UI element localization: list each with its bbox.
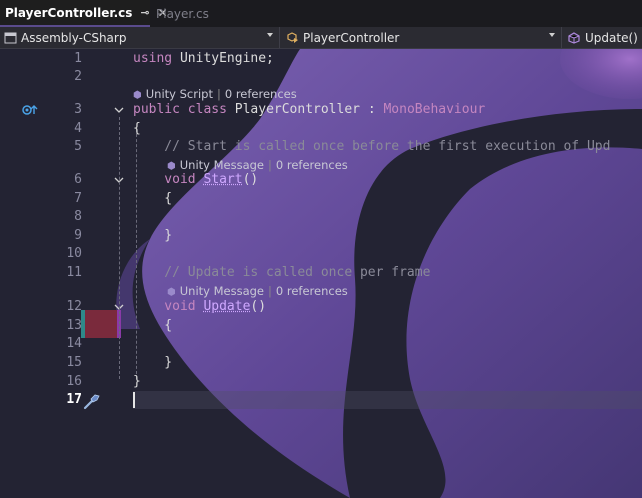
unity-icon: ⬢ — [133, 90, 142, 101]
line-number: 7 — [74, 191, 82, 206]
method-icon — [568, 31, 580, 44]
line-number: 10 — [66, 246, 82, 261]
keyword: public — [133, 102, 180, 117]
code-line: void Start() — [133, 171, 258, 189]
chevron-down-icon — [549, 33, 555, 37]
line-number: 15 — [66, 355, 82, 370]
navigation-bar: Assembly-CSharp PlayerController Update(… — [0, 27, 642, 49]
code-line: } — [133, 355, 173, 370]
line-number: 12 — [66, 299, 82, 314]
tab-player-controller[interactable]: PlayerController.cs ⊸ ✕ — [0, 0, 168, 27]
collapse-icon[interactable] — [113, 104, 125, 116]
code-line: using UnityEngine; — [133, 50, 274, 68]
line-number: 17 — [66, 392, 82, 407]
line-number: 5 — [74, 139, 82, 154]
visual-studio-editor: PlayerController.cs ⊸ ✕ Player.cs Assemb… — [0, 0, 642, 498]
comment-line: // Update is called once per frame — [133, 265, 431, 280]
method-name[interactable]: Start — [203, 172, 242, 187]
line-number: 6 — [74, 172, 82, 187]
code-line: { — [133, 191, 173, 206]
class-icon — [287, 31, 298, 43]
line-number: 3 — [74, 102, 82, 117]
hint-text: Unity Message — [179, 284, 265, 298]
line-number: 16 — [66, 374, 82, 389]
tab-label: PlayerController.cs — [5, 5, 133, 20]
current-line-highlight — [133, 391, 642, 409]
line-number: 4 — [74, 121, 82, 136]
code-line: { — [133, 318, 173, 333]
code-editor[interactable]: 1 2 3 4 5 6 7 8 9 10 11 12 13 14 15 16 1… — [0, 49, 642, 498]
indent-guide — [136, 129, 137, 379]
chevron-down-icon — [267, 33, 273, 37]
tab-player[interactable]: Player.cs — [150, 0, 209, 27]
csharp-project-icon — [4, 32, 17, 43]
keyword: using — [133, 51, 173, 66]
comment-line: // Start is called once before the first… — [133, 139, 611, 154]
code-line: } — [133, 374, 141, 389]
code-line: public class PlayerController : MonoBeha… — [133, 101, 485, 119]
code-line: } — [133, 228, 173, 243]
code-text: () — [242, 172, 259, 187]
unity-implementation-icon[interactable] — [22, 104, 40, 116]
quick-actions-screwdriver-icon[interactable] — [82, 392, 102, 410]
line-number: 11 — [66, 265, 82, 280]
document-tab-strip: PlayerController.cs ⊸ ✕ Player.cs — [0, 0, 642, 27]
keyword: class — [187, 102, 227, 117]
keyword: void — [133, 172, 196, 187]
references-link[interactable]: 0 references — [276, 158, 348, 172]
member-name: Update() — [585, 30, 638, 45]
project-name: Assembly-CSharp — [21, 30, 127, 45]
code-line: { — [133, 121, 141, 136]
line-number: 9 — [74, 228, 82, 243]
unity-icon: ⬢ — [167, 287, 176, 298]
codelens-hint[interactable]: ⬢ Unity Message | 0 references — [167, 158, 348, 172]
keyword: void — [133, 299, 196, 314]
line-number: 14 — [66, 336, 82, 351]
member-dropdown[interactable]: Update() — [564, 27, 642, 48]
fold-guide — [119, 117, 120, 379]
pin-icon[interactable]: ⊸ — [140, 6, 149, 19]
tab-label: Player.cs — [156, 6, 209, 21]
hint-text: Unity Script — [145, 87, 213, 101]
code-text: UnityEngine; — [172, 51, 274, 66]
codelens-hint[interactable]: ⬢ Unity Script | 0 references — [133, 87, 297, 101]
text-caret — [133, 392, 135, 408]
line-number: 13 — [66, 318, 82, 333]
code-text: () — [250, 299, 267, 314]
line-number: 2 — [74, 69, 82, 84]
line-number: 8 — [74, 209, 82, 224]
type-name: MonoBehaviour — [383, 102, 486, 117]
references-link[interactable]: 0 references — [225, 87, 297, 101]
method-name[interactable]: Update — [203, 299, 250, 314]
class-dropdown[interactable]: PlayerController — [282, 27, 562, 48]
code-line: void Update() — [133, 298, 266, 316]
code-text: PlayerController : — [226, 102, 384, 117]
project-dropdown[interactable]: Assembly-CSharp — [0, 27, 280, 48]
hint-text: Unity Message — [179, 158, 265, 172]
class-name: PlayerController — [303, 30, 400, 45]
codelens-hint[interactable]: ⬢ Unity Message | 0 references — [167, 284, 348, 298]
line-number: 1 — [74, 51, 82, 66]
references-link[interactable]: 0 references — [276, 284, 348, 298]
breakpoint-region[interactable] — [85, 310, 121, 338]
